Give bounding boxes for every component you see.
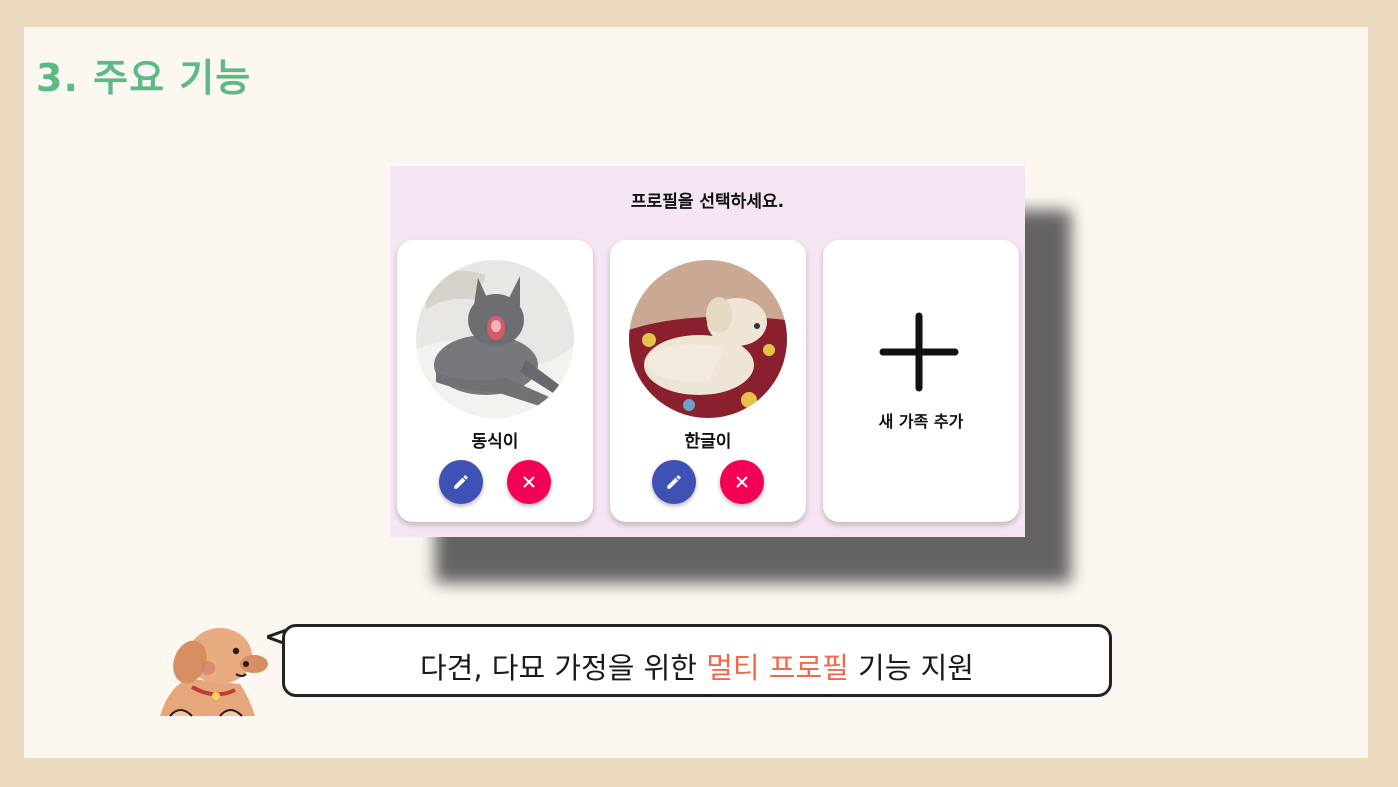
close-icon [736,476,748,488]
bubble-text-before: 다견, 다묘 가정을 위한 [419,651,707,685]
bubble-text: 다견, 다묘 가정을 위한 멀티 프로필 기능 지원 [285,645,1109,687]
slide-title: 3. 주요 기능 [36,56,252,100]
speech-bubble: 다견, 다묘 가정을 위한 멀티 프로필 기능 지원 [282,624,1112,697]
pet-name: 한글이 [684,432,732,452]
bubble-text-highlight: 멀티 프로필 [706,651,849,685]
delete-button[interactable] [720,460,764,504]
add-family-card[interactable]: 새 가족 추가 [823,240,1019,522]
plus-icon [879,312,959,392]
add-family-label: 새 가족 추가 [878,412,964,431]
pencil-icon [667,475,681,489]
delete-button[interactable] [507,460,551,504]
bubble-text-after: 기능 지원 [848,651,974,685]
profile-card[interactable]: 동식이 [397,240,593,522]
profile-avatar[interactable] [629,260,787,418]
pet-name: 동식이 [471,432,519,452]
app-screenshot: 프로필을 선택하세요. 동식이 한글이 새 가족 추가 [390,166,1025,537]
profile-prompt: 프로필을 선택하세요. [630,192,785,212]
profile-card[interactable]: 한글이 [610,240,806,522]
pencil-icon [454,475,468,489]
gray-cat-photo [416,260,574,418]
edit-button[interactable] [652,460,696,504]
edit-button[interactable] [439,460,483,504]
slide: 3. 주요 기능 프로필을 선택하세요. 동식이 한글이 새 가족 추가 다견,… [24,27,1368,758]
dog-illustration [160,628,268,717]
profile-avatar[interactable] [416,260,574,418]
white-dog-photo [629,260,787,418]
close-icon [523,476,535,488]
